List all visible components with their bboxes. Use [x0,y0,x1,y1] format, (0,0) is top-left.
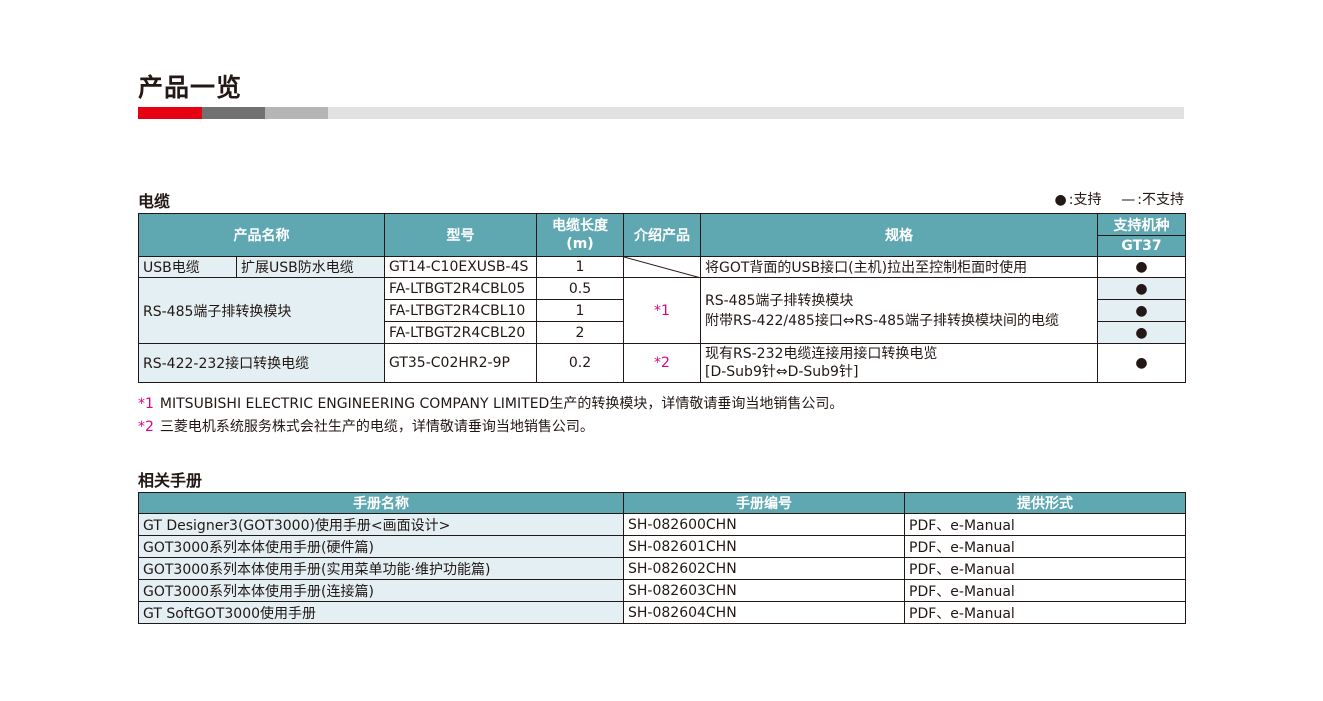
usb-support-dot: ● [1097,256,1186,278]
footnote-2: *2 三菱电机系统服务株式会社生产的电缆，详情敬请垂询当地销售公司。 [138,416,594,436]
header-product-name: 产品名称 [138,213,385,257]
manual-table: 手册名称 手册编号 提供形式 GT Designer3(GOT3000)使用手册… [138,492,1186,624]
manual-row-1-number: SH-082600CHN [623,513,905,536]
rs485-length-2: 1 [536,299,624,322]
rs485-spec-line1: RS-485端子排转换模块 [705,292,854,309]
rs485-support-dot-3: ● [1097,321,1186,344]
cable-section-title: 电缆 [138,192,171,211]
title-bar-red-segment [138,107,202,119]
manual-row-1-format: PDF、e-Manual [904,513,1186,536]
rs422-spec-line2: [D-Sub9针⇔D-Sub9针] [705,364,859,380]
unsupported-label: :不支持 [1137,192,1184,208]
manual-row-4-name: GOT3000系列本体使用手册(连接篇) [138,579,624,602]
usb-spec: 将GOT背面的USB接口(主机)拉出至控制柜面时使用 [700,256,1098,278]
supported-symbol: ● [1054,192,1067,208]
footnote-1-text: MITSUBISHI ELECTRIC ENGINEERING COMPANY … [159,396,844,412]
manual-section-title: 相关手册 [138,471,203,490]
rs485-model-2: FA-LTBGT2R4CBL10 [384,299,537,322]
manual-header-number: 手册编号 [623,492,905,514]
support-legend: ●:支持 —:不支持 [1053,189,1184,209]
cable-table: 产品名称 型号 电缆长度 (m) 介绍产品 规格 支持机种 GT37 USB电缆… [138,213,1186,383]
footnote-1-mark: *1 [138,396,154,412]
header-length-line1: 电缆长度 [552,218,608,234]
rs422-model: GT35-C02HR2-9P [384,343,537,383]
rs422-spec: 现有RS-232电缆连接用接口转换电览 [D-Sub9针⇔D-Sub9针] [700,343,1098,383]
rs422-product-name: RS-422-232接口转换电缆 [138,343,385,383]
manual-row-5-format: PDF、e-Manual [904,601,1186,624]
footnote-1: *1 MITSUBISHI ELECTRIC ENGINEERING COMPAN… [138,393,843,413]
rs485-model-1: FA-LTBGT2R4CBL05 [384,277,537,300]
manual-row-3-name: GOT3000系列本体使用手册(实用菜单功能·维护功能篇) [138,557,624,580]
footnote-2-text: 三菱电机系统服务株式会社生产的电缆，详情敬请垂询当地销售公司。 [159,419,594,435]
manual-header-name: 手册名称 [138,492,624,514]
diagonal-line-icon [624,257,698,277]
rs485-product-name: RS-485端子排转换模块 [138,277,385,344]
rs485-model-3: FA-LTBGT2R4CBL20 [384,321,537,344]
manual-row-4-format: PDF、e-Manual [904,579,1186,602]
header-model: 型号 [384,213,537,257]
rs485-spec: RS-485端子排转换模块 附带RS-422/485接口⇔RS-485端子排转换… [700,277,1098,344]
rs485-spec-line2: 附带RS-422/485接口⇔RS-485端子排转换模块间的电缆 [705,312,1059,329]
usb-category: USB电缆 [138,256,237,278]
header-intro-product: 介绍产品 [623,213,701,257]
manual-row-5-name: GT SoftGOT3000使用手册 [138,601,624,624]
usb-intro-none [623,256,701,278]
rs422-length: 0.2 [536,343,624,383]
manual-row-5-number: SH-082604CHN [623,601,905,624]
manual-row-2-number: SH-082601CHN [623,535,905,558]
rs485-support-dot-2: ● [1097,299,1186,322]
unsupported-symbol: — [1121,192,1136,208]
usb-model: GT14-C10EXUSB-4S [384,256,537,278]
manual-row-1-name: GT Designer3(GOT3000)使用手册<画面设计> [138,513,624,536]
manual-row-3-format: PDF、e-Manual [904,557,1186,580]
title-underline-bar [138,107,1184,119]
usb-length: 1 [536,256,624,278]
rs485-length-1: 0.5 [536,277,624,300]
rs485-length-3: 2 [536,321,624,344]
manual-row-4-number: SH-082603CHN [623,579,905,602]
rs422-intro-mark: *2 [623,343,701,383]
manual-row-2-name: GOT3000系列本体使用手册(硬件篇) [138,535,624,558]
header-support-models: 支持机种 [1097,213,1186,236]
header-length-line2: (m) [566,236,594,252]
header-cable-length: 电缆长度 (m) [536,213,624,257]
page-title: 产品一览 [138,73,243,102]
manual-row-3-number: SH-082602CHN [623,557,905,580]
manual-row-2-format: PDF、e-Manual [904,535,1186,558]
rs485-support-dot-1: ● [1097,277,1186,300]
manual-header-format: 提供形式 [904,492,1186,514]
title-bar-light-segment [265,107,328,119]
header-spec: 规格 [700,213,1098,257]
usb-product-name: 扩展USB防水电缆 [236,256,385,278]
footnote-2-mark: *2 [138,419,154,435]
supported-label: :支持 [1068,192,1102,208]
header-gt37: GT37 [1097,235,1186,257]
rs485-intro-mark: *1 [623,277,701,344]
rs422-spec-line1: 现有RS-232电缆连接用接口转换电览 [705,346,938,362]
title-bar-dark-segment [202,107,265,119]
rs422-support-dot: ● [1097,343,1186,383]
